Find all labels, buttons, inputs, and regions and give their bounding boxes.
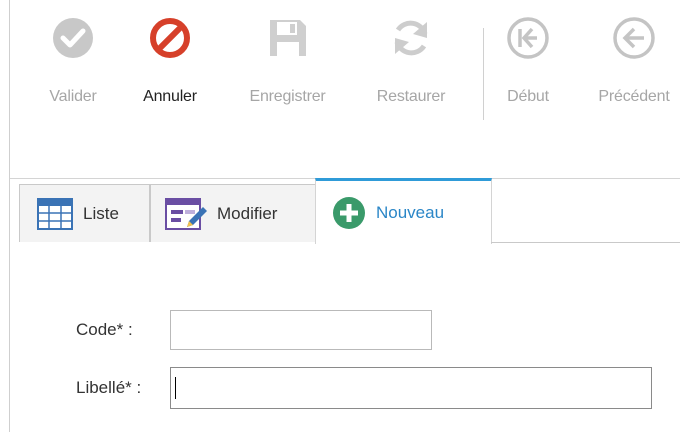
toolbar-separator xyxy=(483,28,484,120)
annuler-button[interactable]: Annuler xyxy=(130,14,210,124)
tab-bar: Liste Modifier Nouveau xyxy=(10,178,680,244)
enregistrer-button[interactable]: Enregistrer xyxy=(235,14,340,124)
debut-button[interactable]: Début xyxy=(492,14,564,124)
code-field[interactable] xyxy=(170,310,432,350)
restaurer-button[interactable]: Restaurer xyxy=(365,14,457,124)
tab-nouveau[interactable]: Nouveau xyxy=(315,178,492,244)
table-icon xyxy=(37,197,73,230)
libelle-field[interactable] xyxy=(170,367,652,409)
refresh-icon xyxy=(394,20,428,56)
debut-label: Début xyxy=(507,88,549,105)
tab-liste-label: Liste xyxy=(83,203,119,223)
annuler-label: Annuler xyxy=(143,88,197,105)
valider-button[interactable]: Valider xyxy=(38,14,108,124)
edit-form-icon xyxy=(165,197,207,230)
cancel-circle-icon xyxy=(150,18,190,58)
tab-nouveau-label: Nouveau xyxy=(376,202,445,222)
save-icon xyxy=(269,20,306,56)
first-icon xyxy=(507,17,549,59)
add-circle-icon xyxy=(333,196,365,229)
enregistrer-label: Enregistrer xyxy=(249,88,326,105)
valider-label: Valider xyxy=(49,88,97,105)
precedent-button[interactable]: Précédent xyxy=(584,14,680,124)
tab-liste[interactable]: Liste xyxy=(19,184,150,242)
check-circle-icon xyxy=(53,18,93,58)
restaurer-label: Restaurer xyxy=(376,88,446,105)
text-caret xyxy=(175,377,176,399)
libelle-label: Libellé* : xyxy=(76,378,142,397)
precedent-label: Précédent xyxy=(598,88,670,105)
tab-modifier[interactable]: Modifier xyxy=(150,184,317,242)
toolbar: Valider Annuler Enregistrer Restaurer Dé… xyxy=(10,0,680,179)
code-label: Code* : xyxy=(76,320,133,339)
previous-icon xyxy=(613,17,655,59)
tab-baseline xyxy=(491,242,680,243)
app-window: Valider Annuler Enregistrer Restaurer Dé… xyxy=(0,0,680,432)
tab-modifier-label: Modifier xyxy=(217,203,278,223)
